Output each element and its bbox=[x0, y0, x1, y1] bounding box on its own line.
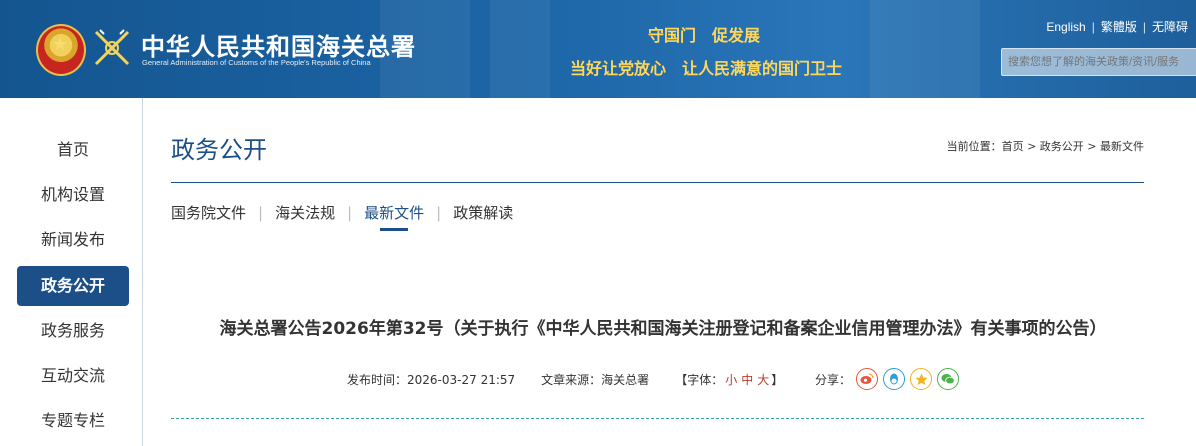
font-size-small[interactable]: 小 bbox=[725, 373, 737, 387]
site-header: ★ 中华人民共和国海关总署 General Administration of … bbox=[0, 0, 1196, 98]
tab-state-council-docs[interactable]: 国务院文件 bbox=[171, 202, 246, 223]
customs-logo-icon bbox=[94, 29, 130, 66]
qzone-icon[interactable] bbox=[910, 368, 933, 390]
site-title[interactable]: 中华人民共和国海关总署 bbox=[141, 27, 416, 62]
font-size-medium[interactable]: 中 bbox=[741, 373, 753, 387]
top-links: English | 繁體版 | 无障碍 bbox=[1046, 20, 1188, 34]
site-title-english: General Administration of Customs of the… bbox=[142, 58, 371, 67]
weibo-icon[interactable] bbox=[856, 368, 879, 390]
page-title: 政务公开 bbox=[171, 136, 267, 164]
accessibility-link[interactable]: 无障碍 bbox=[1152, 20, 1188, 34]
source-label: 文章来源： bbox=[541, 373, 602, 387]
slogan-line-2: 当好让党放心 让人民满意的国门卫士 bbox=[570, 59, 843, 78]
header-building-decor bbox=[870, 0, 980, 98]
sidebar-item-home[interactable]: 首页 bbox=[17, 130, 129, 170]
tab-customs-regulations[interactable]: 海关法规 bbox=[275, 202, 335, 223]
slogan-line-1: 守国门 促发展 bbox=[648, 26, 761, 45]
tab-latest-documents[interactable]: 最新文件 bbox=[364, 202, 424, 231]
article-title: 海关总署公告2026年第32号（关于执行《中华人民共和国海关注册登记和备案企业信… bbox=[219, 319, 1107, 339]
breadcrumb[interactable]: 当前位置：首页 > 政务公开 > 最新文件 bbox=[947, 138, 1144, 154]
article-meta: 发布时间：2026-03-27 21:57 文章来源：海关总署 【字体：小中大】 bbox=[347, 371, 783, 388]
english-link[interactable]: English bbox=[1046, 20, 1085, 34]
national-emblem-icon: ★ bbox=[36, 24, 86, 76]
tab-policy-interpretation[interactable]: 政策解读 bbox=[453, 202, 513, 223]
content-divider bbox=[171, 418, 1144, 419]
sidebar-item-topics[interactable]: 专题专栏 bbox=[17, 401, 129, 441]
wechat-icon[interactable] bbox=[937, 368, 960, 390]
title-divider bbox=[171, 182, 1144, 183]
search-input[interactable] bbox=[1001, 48, 1196, 76]
share-label: 分享： bbox=[815, 372, 852, 387]
article-source: 海关总署 bbox=[601, 373, 650, 387]
sidebar-item-news[interactable]: 新闻发布 bbox=[17, 220, 129, 260]
share-bar: 分享： bbox=[815, 368, 960, 390]
sidebar-item-government-affairs[interactable]: 政务公开 bbox=[17, 266, 129, 306]
sidebar-item-organization[interactable]: 机构设置 bbox=[17, 175, 129, 215]
sidebar-item-interaction[interactable]: 互动交流 bbox=[17, 356, 129, 396]
header-building-decor bbox=[490, 0, 550, 98]
category-tabs: 国务院文件 | 海关法规 | 最新文件 | 政策解读 bbox=[171, 202, 514, 231]
font-size-selector: 【字体：小中大】 bbox=[675, 373, 784, 387]
publish-time-label: 发布时间： bbox=[347, 373, 408, 387]
traditional-chinese-link[interactable]: 繁體版 bbox=[1101, 20, 1137, 34]
font-size-large[interactable]: 大 bbox=[757, 373, 769, 387]
publish-time: 2026-03-27 21:57 bbox=[407, 373, 516, 387]
sidebar-nav: 首页 机构设置 新闻发布 政务公开 政务服务 互动交流 专题专栏 bbox=[0, 98, 143, 446]
qq-icon[interactable] bbox=[883, 368, 906, 390]
